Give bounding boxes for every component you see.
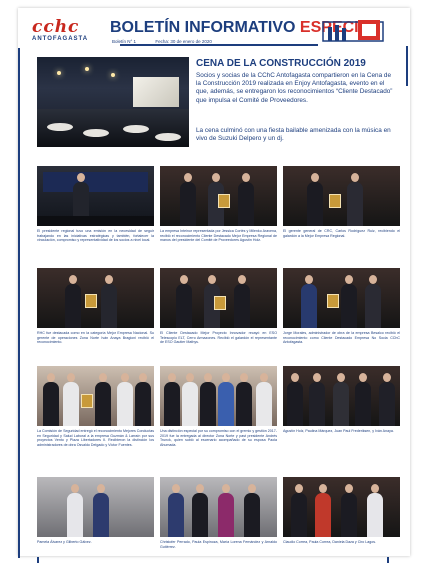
cchc-logo: cchc ANTOFAGASTA <box>32 17 106 43</box>
photo-caption: La empresa Inteinor representada por Jes… <box>160 229 277 243</box>
photo-card: Una distinción especial por su compromis… <box>160 366 277 447</box>
award-photo <box>160 268 277 328</box>
photo-card: RHC fue destacada como en la categoría M… <box>37 268 154 345</box>
photo-card: La Comisión de Seguridad entregó el reco… <box>37 366 154 447</box>
projection-screen <box>133 77 179 107</box>
photo-caption: Una distinción especial por su compromis… <box>160 429 277 447</box>
hero-paragraph-1: Socios y socias de la CChC Antofagasta c… <box>196 72 393 104</box>
photo-card: Pamela Álvarez y Gilberto Gálvez. <box>37 477 154 545</box>
left-frame-rule <box>18 48 20 558</box>
header-rule <box>120 44 318 46</box>
event-photo <box>37 166 154 226</box>
group-photo <box>283 366 400 426</box>
logo-subtitle: ANTOFAGASTA <box>32 36 89 42</box>
award-photo <box>283 268 400 328</box>
guests-photo <box>283 477 400 537</box>
footer-mark-right <box>387 557 389 563</box>
photo-caption: La Comisión de Seguridad entregó el reco… <box>37 429 154 447</box>
guests-photo <box>37 477 154 537</box>
building-icon <box>322 20 384 42</box>
bulletin-title-main: BOLETÍN INFORMATIVO <box>110 19 300 36</box>
award-photo <box>37 268 154 328</box>
photo-caption: Jorge Morales, administrador de obra de … <box>283 331 400 345</box>
award-photo <box>283 166 400 226</box>
photo-card: El gerente general de CRC, Carlos Rodríg… <box>283 166 400 238</box>
photo-card: Christofer Perrado, Paula Espinoza, Marí… <box>160 477 277 549</box>
photo-caption: El gerente general de CRC, Carlos Rodríg… <box>283 229 400 238</box>
guests-photo <box>160 477 277 537</box>
photo-card: La empresa Inteinor representada por Jes… <box>160 166 277 243</box>
photo-caption: RHC fue destacada como en la categoría M… <box>37 331 154 345</box>
photo-caption: Agustín Holz, Paulina Márquez, Juan Paul… <box>283 429 394 433</box>
photo-card: El presidente regional tuvo una emisión … <box>37 166 154 243</box>
photo-caption: Claudio Correa, Paula Correa, Daniela Da… <box>283 540 377 544</box>
hero-title: CENA DE LA CONSTRUCCIÓN 2019 <box>196 58 366 69</box>
photo-caption: Pamela Álvarez y Gilberto Gálvez. <box>37 540 92 544</box>
hero-paragraph-2: La cena culminó con una fiesta bailable … <box>196 127 391 143</box>
logo-text: cchc <box>32 17 80 37</box>
hero-photo <box>37 57 189 147</box>
photo-card: Claudio Correa, Paula Correa, Daniela Da… <box>283 477 400 545</box>
group-photo <box>37 366 154 426</box>
group-photo <box>160 366 277 426</box>
photo-card: El Cliente Destacado Mejor Proyecto Inno… <box>160 268 277 345</box>
photo-caption: El Cliente Destacado Mejor Proyecto Inno… <box>160 331 277 345</box>
footer-mark-left <box>37 557 39 563</box>
award-photo <box>160 166 277 226</box>
photo-card: Agustín Holz, Paulina Márquez, Juan Paul… <box>283 366 400 434</box>
photo-caption: El presidente regional tuvo una emisión … <box>37 229 154 243</box>
photo-caption: Christofer Perrado, Paula Espinoza, Marí… <box>160 540 277 549</box>
right-frame-rule <box>406 46 408 86</box>
photo-card: Jorge Morales, administrador de obra de … <box>283 268 400 345</box>
